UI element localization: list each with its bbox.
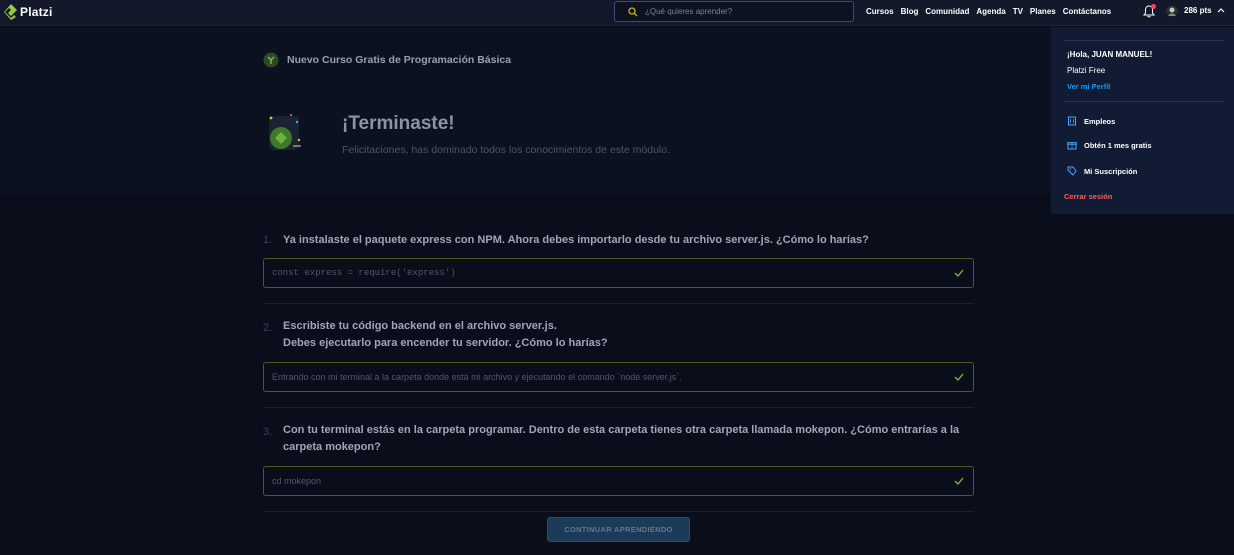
building-icon: [1068, 116, 1076, 126]
dropdown-divider: [1064, 40, 1224, 41]
course-badge-icon: [263, 52, 279, 68]
course-title: Nuevo Curso Gratis de Programación Básic…: [287, 54, 512, 66]
menu-item-label: Obtén 1 mes gratis: [1084, 140, 1152, 150]
notifications-button[interactable]: [1143, 4, 1156, 18]
continue-learning-button[interactable]: CONTINUAR APRENDIENDO: [547, 517, 690, 542]
answer-text: cd mokepon: [272, 476, 322, 486]
answer-box: const express = require('express'): [263, 258, 974, 288]
menu-item-subscription[interactable]: Mi Suscripción: [1067, 166, 1137, 176]
menu-item-label: Mi Suscripción: [1084, 166, 1138, 176]
notification-badge: [1151, 4, 1156, 9]
divider: [263, 407, 974, 408]
platzi-logo-icon: [4, 4, 17, 20]
nav-agenda[interactable]: Agenda: [976, 7, 1005, 16]
nav-planes[interactable]: Planes: [1030, 7, 1056, 16]
user-greeting: ¡Hola, JUAN MANUEL!: [1067, 50, 1153, 59]
nav-tv[interactable]: TV: [1013, 7, 1023, 16]
dropdown-divider: [1064, 101, 1224, 102]
menu-item-label: Empleos: [1084, 116, 1116, 126]
avatar[interactable]: [1166, 5, 1178, 17]
nav-comunidad[interactable]: Comunidad: [925, 7, 969, 16]
search-input[interactable]: [645, 7, 845, 16]
divider: [263, 303, 974, 304]
nav-blog[interactable]: Blog: [901, 7, 919, 16]
logout-link[interactable]: Cerrar sesión: [1064, 192, 1112, 201]
profile-dropdown: ¡Hola, JUAN MANUEL! Platzi Free Ver mi P…: [1051, 27, 1234, 214]
answer-box: Entrando con mi terminal a la carpeta do…: [263, 362, 974, 392]
menu-item-empleos[interactable]: Empleos: [1067, 116, 1115, 126]
search-icon: [628, 6, 638, 16]
completion-title: ¡Terminaste!: [342, 113, 455, 134]
question-text: Ya instalaste el paquete express con NPM…: [283, 234, 869, 246]
question-text-line: Escribiste tu código backend en el archi…: [283, 320, 557, 332]
nav-contactanos[interactable]: Contáctanos: [1063, 7, 1111, 16]
check-icon: [954, 477, 964, 485]
question-text: Escribiste tu código backend en el archi…: [283, 318, 973, 351]
divider: [263, 511, 974, 512]
chevron-up-icon[interactable]: [1217, 7, 1225, 13]
question-number: 1.: [263, 234, 273, 246]
user-plan: Platzi Free: [1067, 66, 1106, 75]
answer-text: Entrando con mi terminal a la carpeta do…: [272, 372, 682, 382]
top-navigation: Platzi Cursos Blog Comunidad Agenda TV P…: [0, 0, 1234, 26]
logo-text: Platzi: [20, 5, 53, 19]
achievement-badge-icon: [269, 114, 301, 150]
nav-cursos[interactable]: Cursos: [866, 7, 894, 16]
menu-item-free-month[interactable]: Obtén 1 mes gratis: [1067, 140, 1152, 150]
check-icon: [954, 269, 964, 277]
main-nav: Cursos Blog Comunidad Agenda TV Planes C…: [866, 7, 1118, 16]
question-text: Con tu terminal estás en la carpeta prog…: [283, 424, 960, 453]
gift-icon: [1067, 142, 1077, 150]
question-number: 2.: [263, 322, 273, 334]
question-number: 3.: [263, 426, 273, 438]
check-icon: [954, 373, 964, 381]
completion-hero: [0, 27, 1234, 195]
points-counter[interactable]: 286 pts: [1184, 6, 1212, 15]
answer-box: cd mokepon: [263, 466, 974, 496]
search-box[interactable]: [614, 1, 854, 22]
view-profile-link[interactable]: Ver mi Perfil: [1067, 82, 1110, 91]
tag-icon: [1067, 166, 1077, 176]
platzi-logo[interactable]: Platzi: [4, 3, 53, 21]
question-text-line: Debes ejecutarlo para encender tu servid…: [283, 336, 608, 349]
completion-subtitle: Felicitaciones, has dominado todos los c…: [342, 144, 671, 156]
answer-text: const express = require('express'): [272, 268, 456, 278]
